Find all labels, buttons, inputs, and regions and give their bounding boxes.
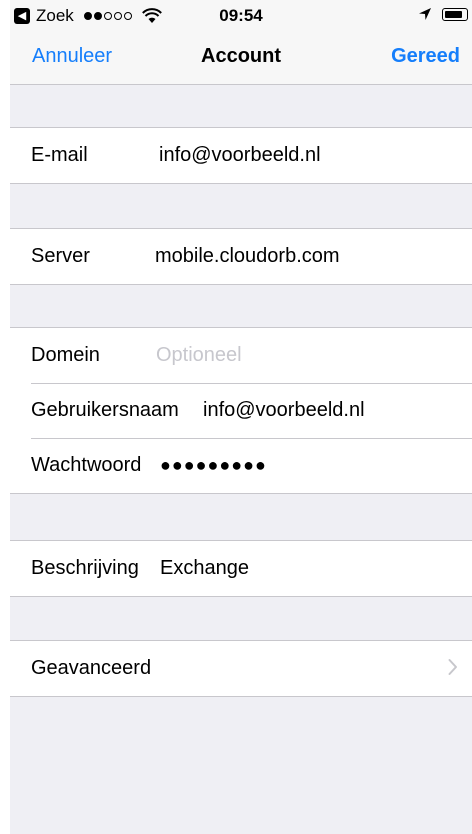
location-arrow-icon xyxy=(419,8,431,20)
status-bar: ◀ Zoek 09:54 xyxy=(10,0,472,32)
domain-row[interactable]: Domein Optioneel xyxy=(10,328,472,383)
email-field[interactable]: info@voorbeeld.nl xyxy=(159,144,321,167)
status-time: 09:54 xyxy=(219,6,263,25)
server-field[interactable]: mobile.cloudorb.com xyxy=(155,245,340,268)
password-label: Wachtwoord xyxy=(31,454,142,476)
account-screen: ◀ Zoek 09:54 Annuleer Account Gereed E-m… xyxy=(10,0,472,834)
username-field[interactable]: info@voorbeeld.nl xyxy=(203,399,365,422)
description-field[interactable]: Exchange xyxy=(160,557,249,580)
chevron-right-icon xyxy=(448,659,457,675)
description-label: Beschrijving xyxy=(31,557,139,579)
description-row[interactable]: Beschrijving Exchange xyxy=(10,541,472,596)
credentials-group: Domein Optioneel Gebruikersnaam info@voo… xyxy=(10,327,472,494)
status-bar-right xyxy=(418,7,468,21)
email-group: E-mail info@voorbeeld.nl xyxy=(10,127,472,184)
email-row[interactable]: E-mail info@voorbeeld.nl xyxy=(10,128,472,183)
server-group: Server mobile.cloudorb.com xyxy=(10,228,472,285)
left-gutter xyxy=(0,0,10,834)
advanced-group: Geavanceerd xyxy=(10,640,472,697)
domain-label: Domein xyxy=(31,344,100,366)
advanced-label: Geavanceerd xyxy=(31,657,152,679)
username-label: Gebruikersnaam xyxy=(31,399,179,421)
username-row[interactable]: Gebruikersnaam info@voorbeeld.nl xyxy=(10,383,472,438)
server-label: Server xyxy=(31,245,90,267)
server-row[interactable]: Server mobile.cloudorb.com xyxy=(10,229,472,284)
battery-icon xyxy=(442,7,468,21)
navigation-bar: Annuleer Account Gereed xyxy=(10,32,472,85)
password-row[interactable]: Wachtwoord ●●●●●●●●● xyxy=(10,438,472,493)
domain-field[interactable]: Optioneel xyxy=(156,344,242,367)
email-label: E-mail xyxy=(31,144,88,166)
password-field[interactable]: ●●●●●●●●● xyxy=(160,455,267,476)
advanced-row[interactable]: Geavanceerd xyxy=(10,641,472,696)
done-button[interactable]: Gereed xyxy=(391,45,460,68)
description-group: Beschrijving Exchange xyxy=(10,540,472,597)
